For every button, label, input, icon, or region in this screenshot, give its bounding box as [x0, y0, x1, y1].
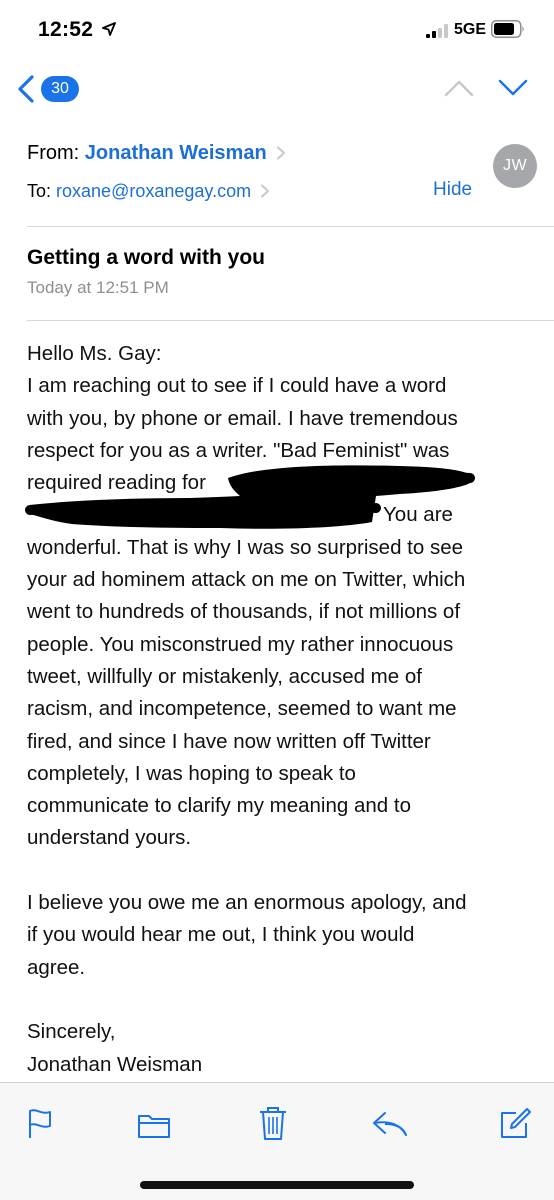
reply-icon[interactable] — [371, 1107, 409, 1141]
home-indicator[interactable] — [140, 1181, 414, 1189]
folder-icon[interactable] — [137, 1107, 171, 1141]
mail-message-screen: 12:52 5GE 30 From: Jonathan Weisman JW T… — [0, 0, 554, 1200]
trash-icon[interactable] — [258, 1105, 288, 1141]
compose-icon[interactable] — [498, 1107, 532, 1141]
redaction-scribble — [25, 465, 475, 529]
flag-icon[interactable] — [24, 1107, 56, 1141]
